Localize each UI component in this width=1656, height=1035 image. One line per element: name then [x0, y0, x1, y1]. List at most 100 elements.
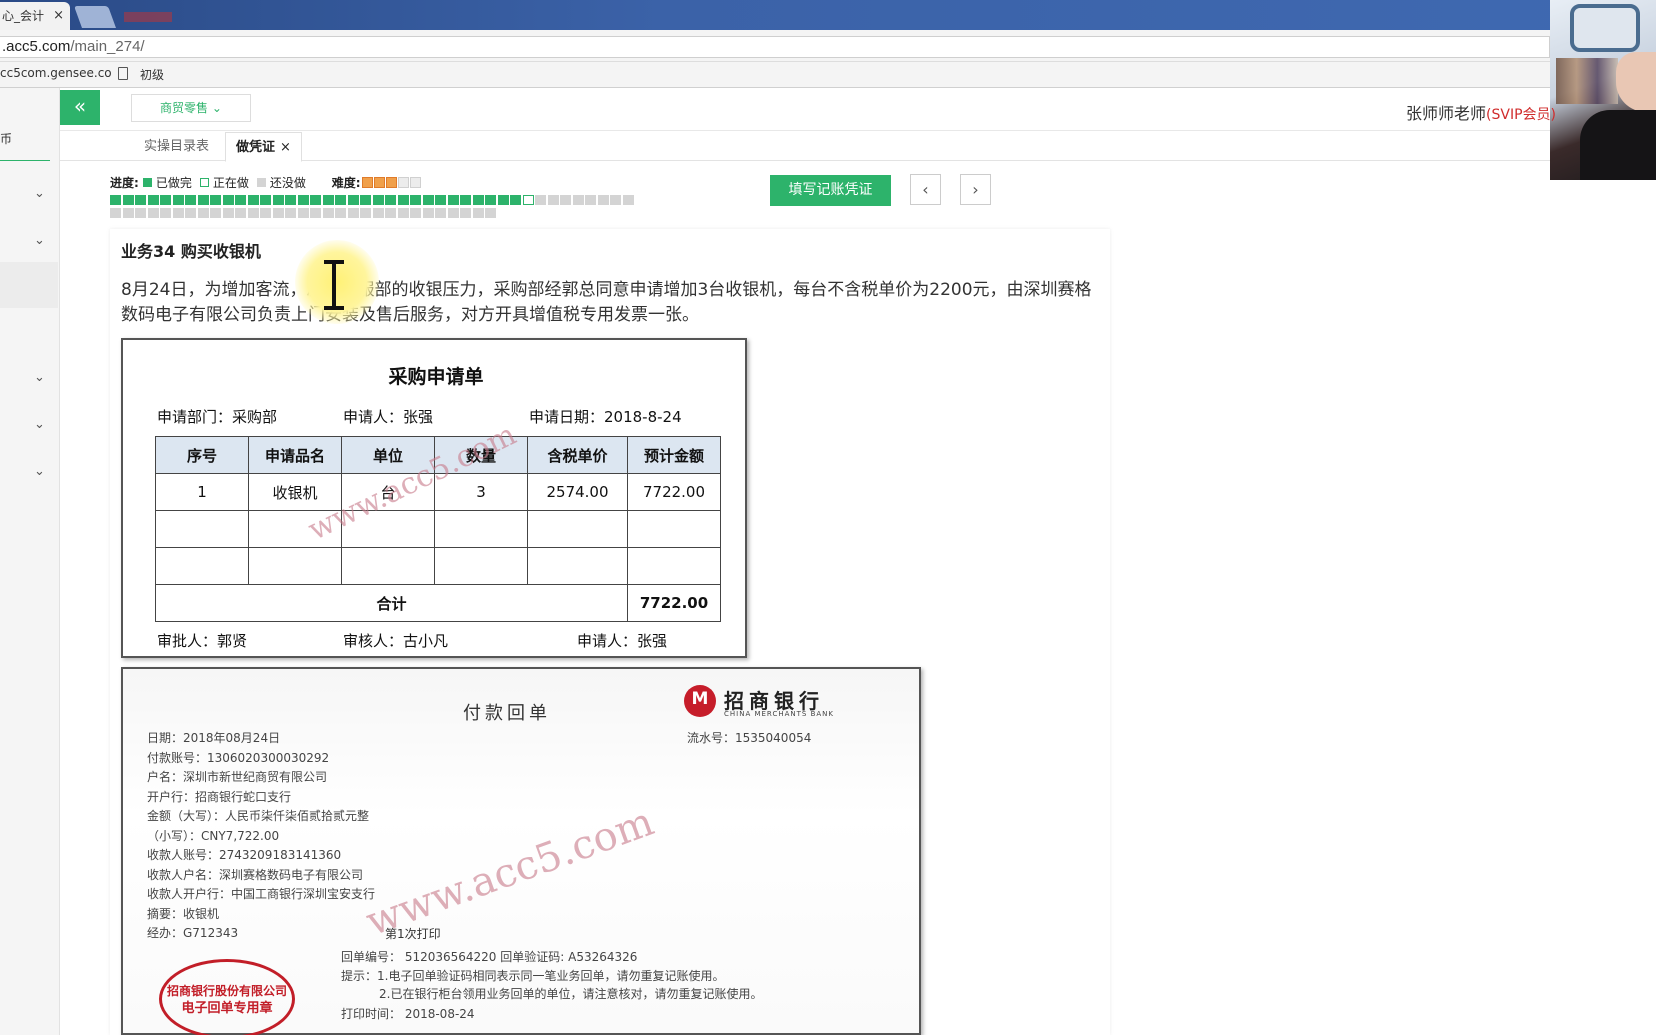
progress-cell[interactable] — [260, 195, 271, 205]
progress-cell[interactable] — [310, 208, 321, 218]
chevron-down-icon[interactable]: ⌄ — [34, 418, 48, 432]
progress-cell[interactable] — [622, 195, 634, 205]
progress-cell[interactable] — [310, 195, 321, 205]
progress-cell[interactable] — [422, 195, 434, 205]
progress-cell[interactable] — [410, 208, 421, 218]
progress-cell[interactable] — [160, 195, 171, 205]
chevron-down-icon[interactable]: ⌄ — [34, 234, 48, 248]
chevron-down-icon[interactable]: ⌄ — [34, 465, 48, 479]
progress-cell[interactable] — [210, 195, 221, 205]
progress-cell[interactable] — [147, 208, 159, 218]
bookmark-basic[interactable]: 初级 — [140, 66, 164, 83]
progress-cell[interactable] — [110, 208, 121, 218]
progress-cell[interactable] — [147, 195, 159, 205]
browser-tab[interactable]: 心_会计 × — [0, 2, 70, 30]
progress-cell[interactable] — [110, 195, 121, 205]
progress-cell[interactable] — [197, 195, 209, 205]
progress-cell[interactable] — [547, 195, 559, 205]
progress-cell[interactable] — [160, 208, 171, 218]
chevron-down-icon: ⌄ — [211, 101, 222, 115]
progress-cell[interactable] — [360, 208, 371, 218]
progress-cell[interactable] — [272, 195, 284, 205]
category-dropdown[interactable]: 商贸零售 ⌄ — [131, 94, 251, 122]
tab-practice-index[interactable]: 实操目录表 — [134, 132, 219, 162]
progress-cell[interactable] — [460, 195, 471, 205]
progress-cell[interactable] — [135, 195, 146, 205]
progress-cell[interactable] — [572, 195, 584, 205]
progress-cell[interactable] — [322, 195, 334, 205]
progress-cell[interactable] — [135, 208, 146, 218]
progress-cell[interactable] — [422, 208, 434, 218]
progress-cell[interactable] — [335, 208, 346, 218]
progress-cell[interactable] — [297, 195, 309, 205]
progress-cell[interactable] — [522, 195, 534, 205]
progress-cell[interactable] — [322, 208, 334, 218]
close-icon[interactable]: × — [280, 140, 291, 155]
progress-cell[interactable] — [285, 208, 296, 218]
progress-cell[interactable] — [347, 195, 359, 205]
progress-cell[interactable] — [510, 195, 521, 205]
progress-cell[interactable] — [247, 195, 259, 205]
bank-seal-stamp: 招商银行股份有限公司 电子回单专用章 — [159, 959, 295, 1035]
user-info[interactable]: 张师师老师(SVIP会员) — [1406, 100, 1556, 124]
progress-cell[interactable] — [435, 195, 446, 205]
collapse-sidebar-button[interactable]: « — [60, 90, 100, 125]
progress-cell[interactable] — [197, 208, 209, 218]
progress-cell[interactable] — [247, 208, 259, 218]
webcam-bookshelf — [1556, 58, 1618, 104]
fill-voucher-button[interactable]: 填写记账凭证 — [770, 175, 891, 206]
progress-cell[interactable] — [335, 195, 346, 205]
progress-cell[interactable] — [397, 208, 409, 218]
prev-button[interactable]: ‹ — [910, 174, 941, 205]
progress-cell[interactable] — [535, 195, 546, 205]
progress-cell[interactable] — [472, 208, 484, 218]
progress-cell[interactable] — [222, 195, 234, 205]
progress-cell[interactable] — [410, 195, 421, 205]
progress-cell[interactable] — [347, 208, 359, 218]
progress-cell[interactable] — [610, 195, 621, 205]
sidebar-item-label[interactable]: 币 — [0, 130, 12, 147]
progress-cell[interactable] — [372, 195, 384, 205]
url-input[interactable] — [0, 36, 1550, 58]
progress-cell[interactable] — [235, 195, 246, 205]
tab-voucher[interactable]: 做凭证 × — [225, 132, 302, 162]
progress-grid[interactable] — [110, 195, 720, 219]
sidebar-item-selected[interactable] — [0, 262, 58, 308]
progress-cell[interactable] — [485, 195, 496, 205]
progress-cell[interactable] — [222, 208, 234, 218]
progress-cell[interactable] — [122, 208, 134, 218]
progress-cell[interactable] — [260, 208, 271, 218]
progress-cell[interactable] — [397, 195, 409, 205]
progress-cell[interactable] — [172, 208, 184, 218]
progress-cell[interactable] — [435, 208, 446, 218]
browser-tab-blurred[interactable] — [124, 12, 172, 22]
progress-cell[interactable] — [460, 208, 471, 218]
progress-cell[interactable] — [485, 208, 496, 218]
progress-cell[interactable] — [585, 195, 596, 205]
close-icon[interactable]: × — [53, 2, 64, 30]
progress-cell[interactable] — [285, 195, 296, 205]
next-button[interactable]: › — [960, 174, 991, 205]
progress-cell[interactable] — [235, 208, 246, 218]
progress-cell[interactable] — [210, 208, 221, 218]
progress-cell[interactable] — [185, 195, 196, 205]
progress-cell[interactable] — [497, 195, 509, 205]
bookmark-gensee[interactable]: cc5com.gensee.co — [0, 66, 112, 80]
progress-cell[interactable] — [185, 208, 196, 218]
chevron-down-icon[interactable]: ⌄ — [34, 371, 48, 385]
progress-cell[interactable] — [172, 195, 184, 205]
progress-cell[interactable] — [385, 195, 396, 205]
progress-cell[interactable] — [385, 208, 396, 218]
progress-cell[interactable] — [447, 195, 459, 205]
progress-cell[interactable] — [560, 195, 571, 205]
progress-cell[interactable] — [122, 195, 134, 205]
bank-logo-icon — [684, 685, 716, 717]
chevron-down-icon[interactable]: ⌄ — [34, 187, 48, 201]
progress-cell[interactable] — [372, 208, 384, 218]
progress-cell[interactable] — [297, 208, 309, 218]
progress-cell[interactable] — [447, 208, 459, 218]
progress-cell[interactable] — [272, 208, 284, 218]
progress-cell[interactable] — [360, 195, 371, 205]
progress-cell[interactable] — [472, 195, 484, 205]
progress-cell[interactable] — [597, 195, 609, 205]
